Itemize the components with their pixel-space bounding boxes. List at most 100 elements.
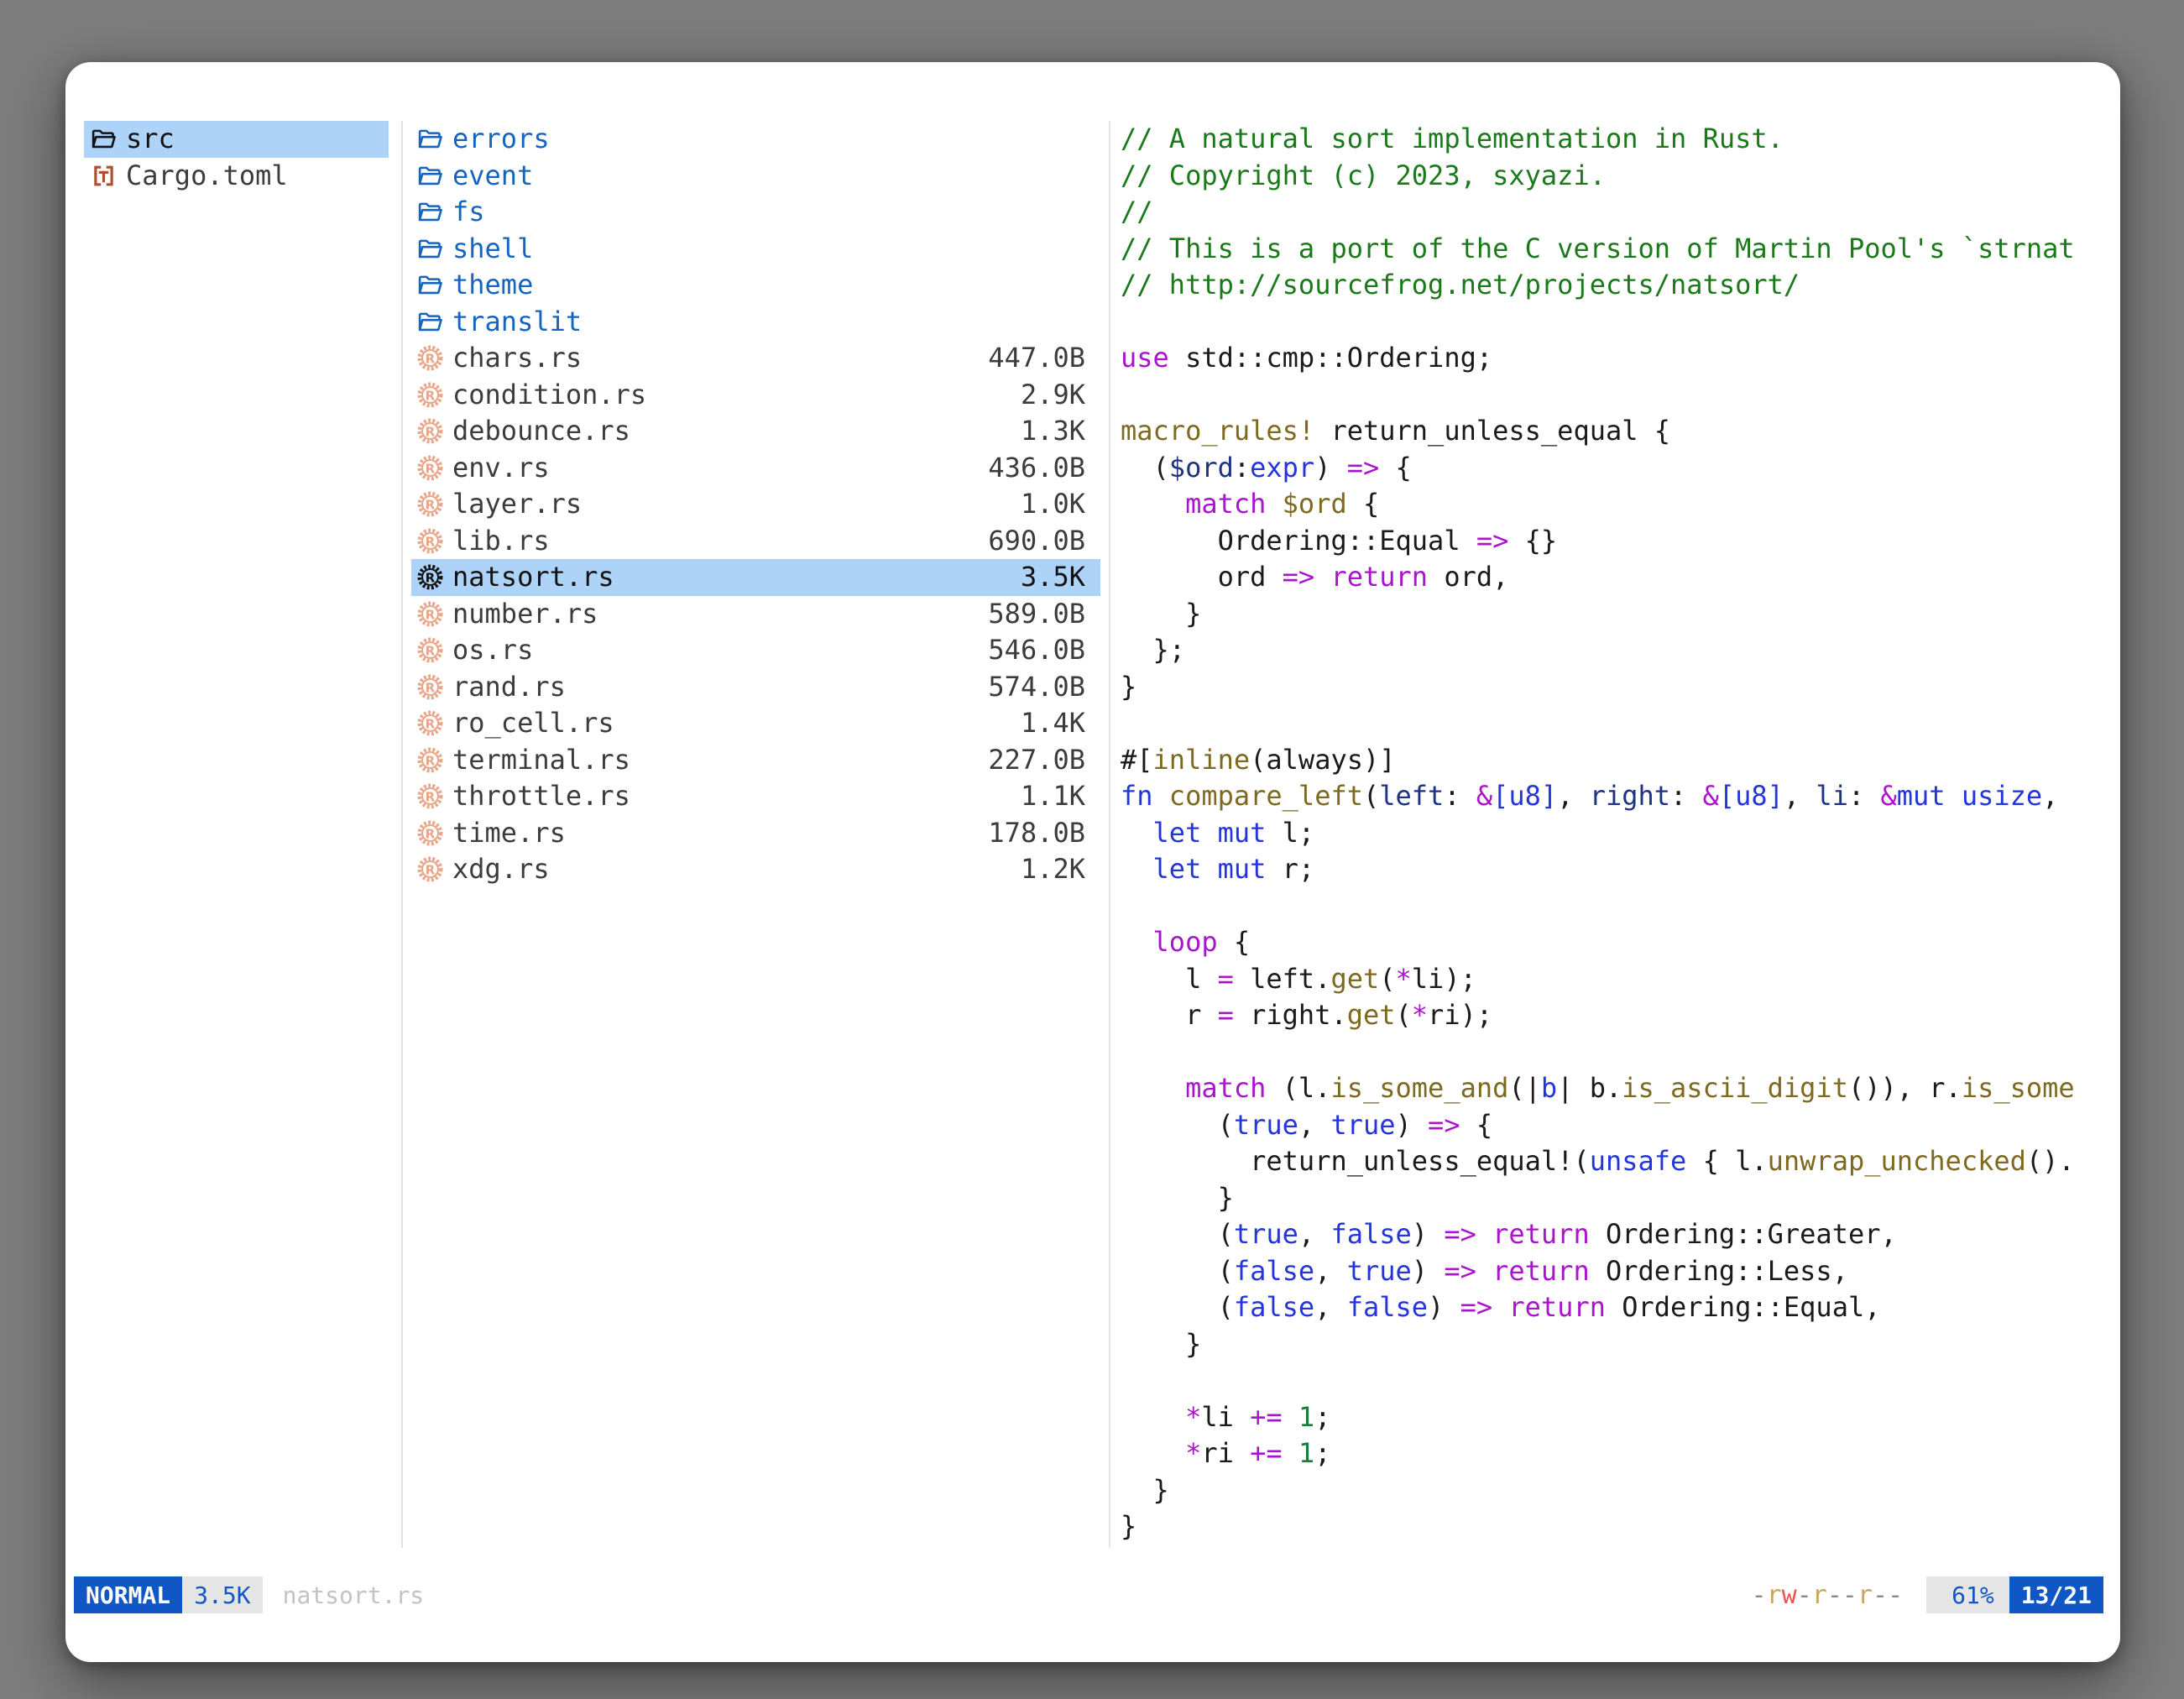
file-row-Cargo.toml[interactable]: Cargo.toml	[84, 158, 389, 195]
file-row-translit[interactable]: translit	[411, 304, 1100, 341]
file-row-condition.rs[interactable]: Rcondition.rs 2.9K	[411, 377, 1100, 414]
file-name: xdg.rs	[452, 851, 550, 888]
code-line: (true, false) => return Ordering::Greate…	[1121, 1216, 2120, 1253]
file-name: os.rs	[452, 632, 533, 669]
rust-file-icon: R	[415, 708, 445, 739]
panes: srcCargo.toml errorseventfsshellthemetra…	[65, 121, 2120, 1548]
file-row-ro_cell.rs[interactable]: Rro_cell.rs1.4K	[411, 705, 1100, 742]
file-row-fs[interactable]: fs	[411, 194, 1100, 231]
permissions: -rw-r--r--	[1752, 1581, 1904, 1610]
file-size: 589.0B	[988, 596, 1085, 633]
file-row-layer.rs[interactable]: Rlayer.rs1.0K	[411, 486, 1100, 523]
code-line: ord => return ord,	[1121, 559, 2120, 596]
file-row-terminal.rs[interactable]: Rterminal.rs227.0B	[411, 742, 1100, 779]
file-row-shell[interactable]: shell	[411, 231, 1100, 268]
status-filename: natsort.rs	[283, 1581, 425, 1609]
yazi-window: srcCargo.toml errorseventfsshellthemetra…	[65, 62, 2120, 1662]
file-size: 574.0B	[988, 669, 1085, 706]
cursor-position-badge: 13/21	[2009, 1576, 2103, 1613]
rust-file-icon: R	[415, 452, 445, 483]
code-line: };	[1121, 632, 2120, 669]
file-row-chars.rs[interactable]: Rchars.rs447.0B	[411, 340, 1100, 377]
mode-badge: NORMAL	[74, 1576, 182, 1613]
svg-text:R: R	[425, 534, 435, 549]
file-name: event	[452, 158, 533, 195]
file-size: 2.9K	[1021, 377, 1085, 414]
code-line: let mut l;	[1121, 815, 2120, 852]
code-line	[1121, 377, 2120, 414]
svg-text:R: R	[425, 352, 435, 367]
file-name: number.rs	[452, 596, 598, 633]
code-line: *ri += 1;	[1121, 1435, 2120, 1472]
code-line: //	[1121, 194, 2120, 231]
file-name: debounce.rs	[452, 413, 630, 450]
file-size: 1.0K	[1021, 486, 1085, 523]
file-name: condition.rs	[452, 377, 646, 414]
code-line: // This is a port of the C version of Ma…	[1121, 231, 2120, 268]
file-row-time.rs[interactable]: Rtime.rs 178.0B	[411, 815, 1100, 852]
file-name: translit	[452, 304, 582, 341]
svg-text:R: R	[425, 753, 435, 768]
file-row-event[interactable]: event	[411, 158, 1100, 195]
file-name: chars.rs	[452, 340, 582, 377]
file-size: 690.0B	[988, 523, 1085, 560]
folder-open-icon	[415, 270, 445, 301]
file-name: ro_cell.rs	[452, 705, 614, 742]
file-row-xdg.rs[interactable]: Rxdg.rs1.2K	[411, 851, 1100, 888]
perm-segment: r	[1857, 1581, 1873, 1610]
rust-file-icon: R	[415, 635, 445, 666]
code-line: r = right.get(*ri);	[1121, 997, 2120, 1034]
file-row-number.rs[interactable]: Rnumber.rs 589.0B	[411, 596, 1100, 633]
code-line: }	[1121, 596, 2120, 633]
svg-text:R: R	[425, 571, 435, 586]
scroll-percent-badge: 61%	[1926, 1576, 2009, 1613]
svg-text:R: R	[425, 826, 435, 841]
code-line: ($ord:expr) => {	[1121, 450, 2120, 487]
folder-open-icon	[415, 306, 445, 337]
file-size: 178.0B	[988, 815, 1085, 852]
file-row-throttle.rs[interactable]: Rthrottle.rs1.1K	[411, 778, 1100, 815]
folder-open-icon	[415, 233, 445, 264]
code-line: #[inline(always)]	[1121, 742, 2120, 779]
toml-file-icon	[88, 160, 118, 191]
file-size: 546.0B	[988, 632, 1085, 669]
file-row-src[interactable]: src	[84, 121, 389, 158]
code-line	[1121, 1034, 2120, 1071]
rust-file-icon: R	[415, 818, 445, 848]
code-line: // Copyright (c) 2023, sxyazi.	[1121, 158, 2120, 195]
current-pane: errorseventfsshellthemetranslitRchars.rs…	[403, 121, 1109, 1548]
folder-open-icon	[88, 124, 118, 154]
status-bar: NORMAL 3.5K natsort.rs -rw-r--r-- 61% 13…	[74, 1576, 2103, 1613]
file-row-errors[interactable]: errors	[411, 121, 1100, 158]
file-size: 436.0B	[988, 450, 1085, 487]
rust-file-icon: R	[415, 416, 445, 447]
file-name: fs	[452, 194, 485, 231]
file-name: theme	[452, 267, 533, 304]
code-line: (true, true) => {	[1121, 1107, 2120, 1144]
rust-file-icon: R	[415, 599, 445, 629]
rust-file-icon: R	[415, 343, 445, 374]
file-row-theme[interactable]: theme	[411, 267, 1100, 304]
code-line: match (l.is_some_and(|b| b.is_ascii_digi…	[1121, 1070, 2120, 1107]
code-line: Ordering::Equal => {}	[1121, 523, 2120, 560]
rust-file-icon: R	[415, 745, 445, 775]
file-name: shell	[452, 231, 533, 268]
file-row-debounce.rs[interactable]: Rdebounce.rs 1.3K	[411, 413, 1100, 450]
file-row-env.rs[interactable]: Renv.rs436.0B	[411, 450, 1100, 487]
file-size: 3.5K	[1021, 559, 1085, 596]
file-row-lib.rs[interactable]: Rlib.rs690.0B	[411, 523, 1100, 560]
svg-text:R: R	[425, 790, 435, 805]
preview-pane[interactable]: // A natural sort implementation in Rust…	[1110, 121, 2120, 1548]
svg-text:R: R	[425, 425, 435, 440]
rust-file-icon: R	[415, 782, 445, 812]
rust-file-icon: R	[415, 562, 445, 593]
file-size: 1.3K	[1021, 413, 1085, 450]
file-row-os.rs[interactable]: Ros.rs 546.0B	[411, 632, 1100, 669]
file-row-natsort.rs[interactable]: Rnatsort.rs3.5K	[411, 559, 1100, 596]
rust-file-icon: R	[415, 379, 445, 410]
code-line	[1121, 888, 2120, 925]
file-name: time.rs	[452, 815, 566, 852]
file-row-rand.rs[interactable]: Rrand.rs574.0B	[411, 669, 1100, 706]
file-name: src	[126, 121, 175, 158]
folder-open-icon	[415, 197, 445, 227]
